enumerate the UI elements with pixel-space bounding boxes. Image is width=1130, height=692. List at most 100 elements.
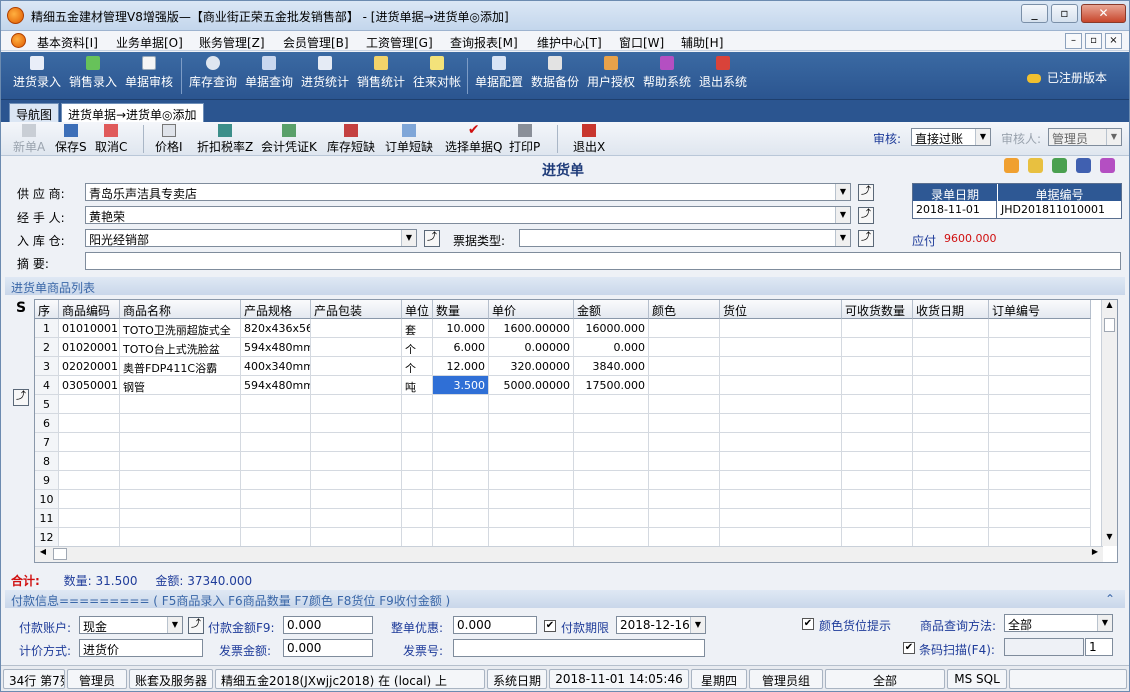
grid-cell[interactable]	[989, 319, 1091, 338]
close-button[interactable]: ✕	[1081, 4, 1126, 23]
barcode-input[interactable]	[1004, 638, 1084, 656]
grid-cell[interactable]	[311, 395, 402, 414]
grid-header[interactable]: 颜色	[649, 300, 720, 319]
user-auth-button[interactable]: 用户授权	[587, 56, 635, 90]
grid-header[interactable]: 单位	[402, 300, 433, 319]
cell-spec[interactable]: 594x480mm	[241, 338, 311, 357]
cell-spec[interactable]: 400x340mm	[241, 357, 311, 376]
grid-cell[interactable]	[842, 433, 913, 452]
grid-cell[interactable]	[241, 433, 311, 452]
grid-cell[interactable]	[989, 452, 1091, 471]
cell-pack[interactable]	[311, 319, 402, 338]
grid-cell[interactable]	[402, 490, 433, 509]
scroll-thumb[interactable]	[1104, 318, 1115, 332]
users-icon[interactable]	[1028, 158, 1043, 173]
grid-cell[interactable]	[311, 452, 402, 471]
cell-qty[interactable]: 12.000	[433, 357, 489, 376]
grid-cell[interactable]	[59, 433, 120, 452]
cell-code[interactable]: 01010001	[59, 319, 120, 338]
scroll-right-icon[interactable]: ▶	[1089, 547, 1101, 561]
pay-amount-input[interactable]: 0.000	[283, 616, 373, 634]
book-icon[interactable]	[1100, 158, 1115, 173]
select-doc-button[interactable]: ✔ 选择单据Q	[445, 123, 502, 155]
grid-header[interactable]: 可收货数量	[842, 300, 913, 319]
cell-code[interactable]: 03050001	[59, 376, 120, 395]
supplier-lookup-button[interactable]: ⤴	[858, 184, 874, 201]
grid-header[interactable]: 产品包装	[311, 300, 402, 319]
menu-business-docs[interactable]: 业务单据[O]	[116, 34, 183, 51]
voucher-button[interactable]: 会计凭证K	[261, 124, 317, 155]
grid-cell[interactable]	[59, 452, 120, 471]
handler-lookup-button[interactable]: ⤴	[858, 207, 874, 224]
menu-maintenance[interactable]: 维护中心[T]	[537, 34, 602, 51]
discount-tax-button[interactable]: 折扣税率Z	[197, 124, 253, 155]
barcode-qty-input[interactable]: 1	[1085, 638, 1113, 656]
account-lookup-button[interactable]: ⤴	[188, 617, 204, 634]
grid-cell[interactable]	[433, 452, 489, 471]
grid-cell[interactable]	[120, 490, 241, 509]
grid-cell[interactable]	[489, 471, 574, 490]
grid-cell[interactable]	[311, 509, 402, 528]
grid-vertical-scrollbar[interactable]: ▲ ▼	[1101, 300, 1117, 546]
grid-cell[interactable]	[120, 433, 241, 452]
grid-cell[interactable]	[913, 319, 989, 338]
grid-cell[interactable]	[402, 395, 433, 414]
grid-cell[interactable]	[989, 433, 1091, 452]
grid-cell[interactable]	[574, 452, 649, 471]
grid-cell[interactable]	[842, 395, 913, 414]
grid-cell[interactable]	[433, 528, 489, 547]
grid-cell[interactable]	[311, 490, 402, 509]
cell-name[interactable]: TOTO卫洗丽超旋式全	[120, 319, 241, 338]
grid-cell[interactable]	[433, 433, 489, 452]
maximize-button[interactable]: ▫	[1051, 4, 1078, 23]
cell-amount[interactable]: 3840.000	[574, 357, 649, 376]
sales-entry-button[interactable]: 销售录入	[69, 56, 117, 90]
grid-cell[interactable]	[720, 452, 842, 471]
grid-cell[interactable]	[241, 452, 311, 471]
home-icon[interactable]	[1004, 158, 1019, 173]
grid-cell[interactable]	[241, 471, 311, 490]
grid-cell[interactable]	[59, 414, 120, 433]
grid-cell[interactable]	[913, 452, 989, 471]
cell-price[interactable]: 320.00000	[489, 357, 574, 376]
grid-cell[interactable]	[120, 395, 241, 414]
price-button[interactable]: 价格I	[155, 124, 183, 155]
grid-cell[interactable]	[913, 414, 989, 433]
cell-price[interactable]: 0.00000	[489, 338, 574, 357]
barcode-checkbox[interactable]: ✔	[903, 642, 915, 654]
grid-cell[interactable]	[59, 509, 120, 528]
grid-cell[interactable]	[574, 509, 649, 528]
grid-cell[interactable]	[489, 433, 574, 452]
cell-unit[interactable]: 套	[402, 319, 433, 338]
exit-system-button[interactable]: 退出系统	[699, 56, 747, 90]
purchase-entry-button[interactable]: 进货录入	[13, 56, 61, 90]
shapes-icon[interactable]	[1052, 158, 1067, 173]
grid-settings-icon[interactable]: S	[13, 301, 29, 318]
doc-audit-button[interactable]: 单据审核	[125, 56, 173, 90]
cell-pack[interactable]	[311, 357, 402, 376]
grid-cell[interactable]	[649, 414, 720, 433]
grid-cell[interactable]	[59, 395, 120, 414]
grid-cell[interactable]	[720, 319, 842, 338]
grid-cell[interactable]	[59, 471, 120, 490]
grid-cell[interactable]	[402, 509, 433, 528]
grid-cell[interactable]	[989, 395, 1091, 414]
grid-cell[interactable]	[913, 528, 989, 547]
person-icon[interactable]	[1076, 158, 1091, 173]
cell-amount[interactable]: 17500.000	[574, 376, 649, 395]
grid-cell[interactable]	[989, 509, 1091, 528]
date-value[interactable]: 2018-11-01	[913, 201, 997, 218]
grid-cell[interactable]	[311, 433, 402, 452]
grid-cell[interactable]	[913, 338, 989, 357]
grid-cell[interactable]	[989, 490, 1091, 509]
grid-cell[interactable]	[989, 338, 1091, 357]
grid-cell[interactable]	[489, 509, 574, 528]
grid-cell[interactable]	[720, 357, 842, 376]
cell-qty[interactable]: 6.000	[433, 338, 489, 357]
grid-cell[interactable]	[311, 528, 402, 547]
tab-navigation[interactable]: 导航图	[9, 103, 60, 122]
grid-cell[interactable]	[574, 528, 649, 547]
discount-input[interactable]: 0.000	[453, 616, 537, 634]
sales-stats-button[interactable]: 销售统计	[357, 56, 405, 90]
grid-header[interactable]: 收货日期	[913, 300, 989, 319]
